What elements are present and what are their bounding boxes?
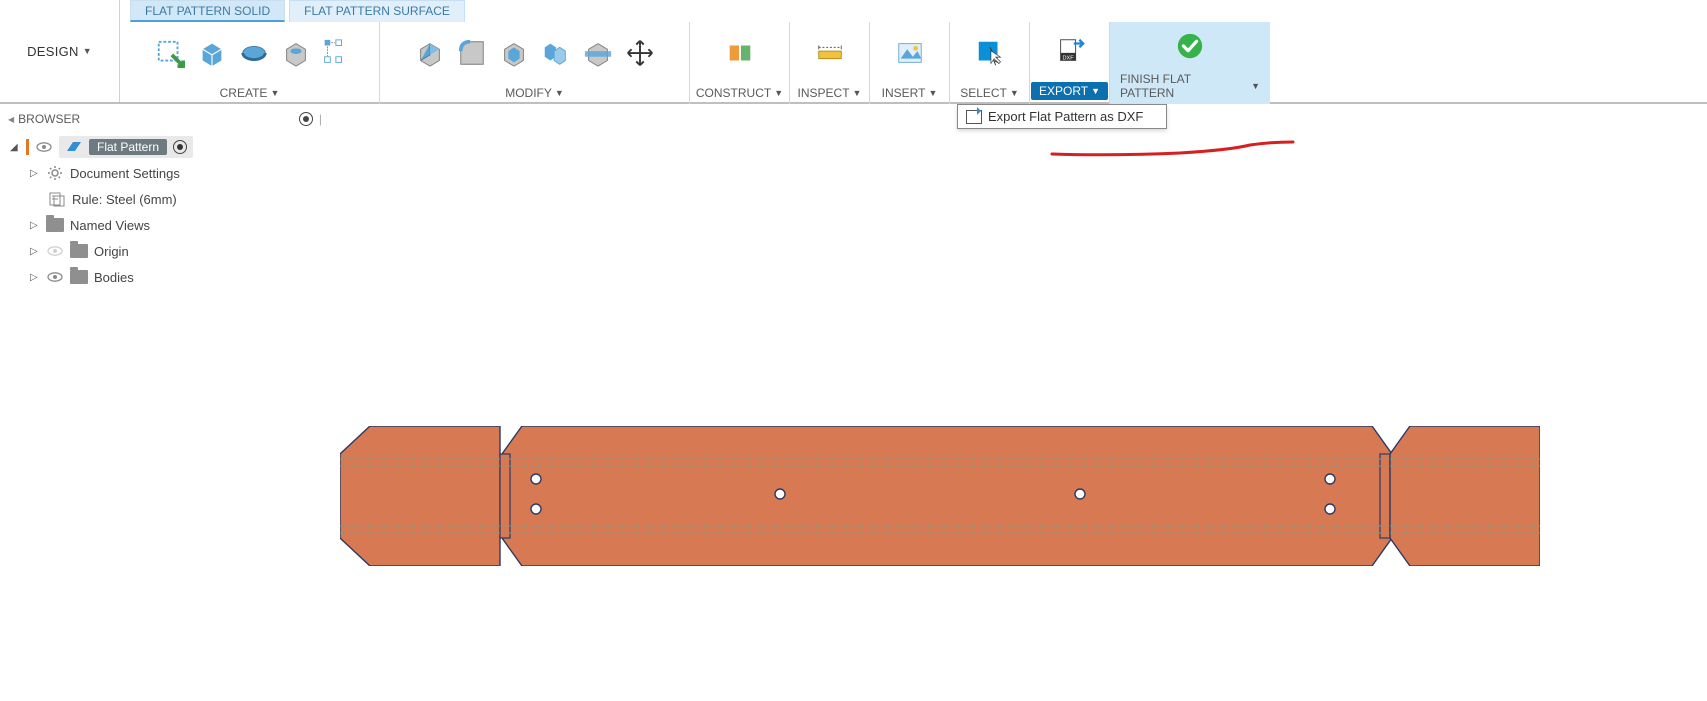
construct-plane-icon[interactable] (724, 37, 756, 69)
panel-modify-label[interactable]: MODIFY▼ (505, 86, 564, 100)
panel-insert: INSERT▼ (870, 22, 950, 104)
ribbon-area: DESIGN ▼ FLAT PATTERN SOLID FLAT PATTERN… (0, 0, 1707, 104)
browser-header: ◀ BROWSER | (0, 110, 330, 128)
panel-inspect-label[interactable]: INSPECT▼ (798, 86, 862, 100)
active-component-radio-icon[interactable] (173, 140, 187, 154)
panel-insert-label[interactable]: INSERT▼ (882, 86, 938, 100)
tree-named-views[interactable]: ▷ Named Views (4, 212, 326, 238)
sheet-metal-rule-icon (48, 190, 66, 208)
folder-icon (70, 268, 88, 286)
workspace-switcher[interactable]: DESIGN ▼ (27, 44, 92, 59)
hole-icon[interactable] (280, 37, 312, 69)
caret-down-icon: ▼ (1251, 81, 1260, 91)
panel-finish-flat-pattern: FINISH FLAT PATTERN▼ (1110, 22, 1270, 104)
expand-triangle-icon[interactable]: ▷ (30, 246, 40, 257)
caret-down-icon: ▼ (555, 88, 564, 98)
tab-flat-pattern-surface[interactable]: FLAT PATTERN SURFACE (289, 0, 465, 22)
panel-finish-label[interactable]: FINISH FLAT PATTERN▼ (1120, 72, 1260, 100)
gear-icon (46, 164, 64, 182)
panel-select-label[interactable]: SELECT▼ (960, 86, 1019, 100)
panel-inspect: INSPECT▼ (790, 22, 870, 104)
visibility-eye-off-icon[interactable] (46, 242, 64, 260)
panel-create: CREATE▼ (120, 22, 380, 104)
export-dropdown-label: Export Flat Pattern as DXF (988, 109, 1143, 124)
browser-bullet-icon: ◀ (8, 115, 14, 124)
tree-root[interactable]: ◢ Flat Pattern (4, 134, 326, 160)
visibility-eye-icon[interactable] (46, 268, 64, 286)
measure-icon[interactable] (814, 37, 846, 69)
export-dropdown-item[interactable]: Export Flat Pattern as DXF (957, 104, 1167, 129)
fillet-icon[interactable] (456, 37, 488, 69)
active-marker-icon (26, 139, 29, 155)
browser-collapse-icon[interactable] (299, 112, 313, 126)
panel-create-label[interactable]: CREATE▼ (220, 86, 280, 100)
move-icon[interactable] (624, 37, 656, 69)
tree-bodies-label: Bodies (94, 270, 134, 285)
tree-named-views-label: Named Views (70, 218, 150, 233)
tree-doc-settings-label: Document Settings (70, 166, 180, 181)
workspace-switcher-cell: DESIGN ▼ (0, 0, 120, 102)
caret-down-icon: ▼ (1010, 88, 1019, 98)
context-tabs: FLAT PATTERN SOLID FLAT PATTERN SURFACE (120, 0, 1707, 22)
tree-root-label: Flat Pattern (89, 139, 167, 155)
tree-document-settings[interactable]: ▷ Document Settings (4, 160, 326, 186)
panel-construct: CONSTRUCT▼ (690, 22, 790, 104)
caret-down-icon: ▼ (774, 88, 783, 98)
ribbon-panels: CREATE▼ (120, 22, 1707, 104)
caret-down-icon: ▼ (83, 46, 92, 56)
export-dxf-icon[interactable]: DXF (1054, 35, 1086, 67)
panel-create-icons (154, 22, 346, 84)
ribbon-main: FLAT PATTERN SOLID FLAT PATTERN SURFACE (120, 0, 1707, 102)
create-sketch-icon[interactable] (154, 37, 186, 69)
split-body-icon[interactable] (582, 37, 614, 69)
tree-rule[interactable]: Rule: Steel (6mm) (4, 186, 326, 212)
browser-tree: ◢ Flat Pattern ▷ Document Settings (0, 128, 330, 296)
flat-pattern-icon (65, 138, 83, 156)
caret-down-icon: ▼ (928, 88, 937, 98)
panel-select: SELECT▼ (950, 22, 1030, 104)
viewport-flat-pattern[interactable] (340, 426, 1540, 566)
panel-export-label[interactable]: EXPORT▼ (1031, 82, 1108, 100)
browser-panel: ◀ BROWSER | ◢ Flat Pattern ▷ (0, 110, 330, 296)
visibility-eye-icon[interactable] (35, 138, 53, 156)
folder-icon (46, 216, 64, 234)
panel-modify-icons (414, 22, 656, 84)
svg-text:DXF: DXF (1062, 55, 1074, 61)
expand-triangle-icon[interactable]: ▷ (30, 168, 40, 179)
shell-icon[interactable] (498, 37, 530, 69)
collapse-triangle-icon[interactable]: ◢ (10, 142, 20, 153)
caret-down-icon: ▼ (270, 88, 279, 98)
press-pull-icon[interactable] (414, 37, 446, 69)
expand-triangle-icon[interactable]: ▷ (30, 272, 40, 283)
tree-origin[interactable]: ▷ Origin (4, 238, 326, 264)
panel-modify: MODIFY▼ (380, 22, 690, 104)
red-annotation-underline (1050, 140, 1295, 158)
browser-title: BROWSER (18, 112, 80, 126)
tree-rule-label: Rule: Steel (6mm) (72, 192, 177, 207)
folder-icon (70, 242, 88, 260)
tab-flat-pattern-solid[interactable]: FLAT PATTERN SOLID (130, 0, 285, 22)
combine-icon[interactable] (540, 37, 572, 69)
panel-export: DXF EXPORT▼ Export Flat Pattern as DXF (1030, 22, 1110, 104)
extrude-icon[interactable] (196, 37, 228, 69)
workspace-label: DESIGN (27, 44, 79, 59)
pattern-icon[interactable] (322, 37, 346, 69)
select-icon[interactable] (974, 37, 1006, 69)
panel-construct-label[interactable]: CONSTRUCT▼ (696, 86, 783, 100)
dxf-mini-icon (966, 110, 982, 124)
revolve-icon[interactable] (238, 37, 270, 69)
flat-pattern-geometry (340, 426, 1540, 566)
insert-decal-icon[interactable] (894, 37, 926, 69)
browser-divider-icon: | (319, 112, 322, 126)
caret-down-icon: ▼ (1091, 86, 1100, 96)
tree-bodies[interactable]: ▷ Bodies (4, 264, 326, 290)
tree-origin-label: Origin (94, 244, 129, 259)
expand-triangle-icon[interactable]: ▷ (30, 220, 40, 231)
finish-check-icon[interactable] (1174, 30, 1206, 62)
caret-down-icon: ▼ (853, 88, 862, 98)
